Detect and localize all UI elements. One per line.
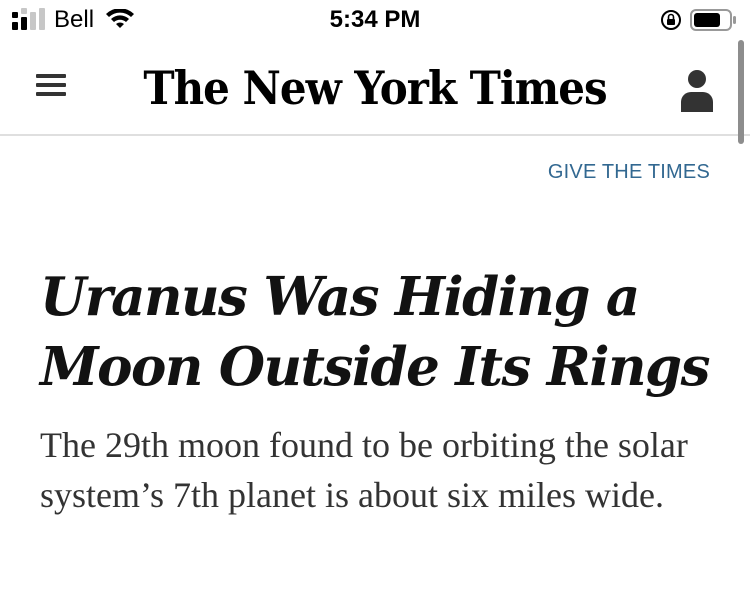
battery-icon	[690, 9, 736, 31]
article-summary: The 29th moon found to be orbiting the s…	[40, 425, 688, 515]
masthead: The New York Times	[0, 44, 750, 134]
scrollbar-thumb[interactable]	[738, 40, 744, 144]
article-headline: Uranus Was Hiding a Moon Outside Its Rin…	[40, 266, 710, 398]
give-the-times-link[interactable]: GIVE THE TIMES	[548, 160, 710, 184]
masthead-divider	[0, 134, 750, 136]
account-icon[interactable]	[678, 68, 716, 112]
nyt-logo[interactable]: The New York Times	[0, 58, 750, 121]
clock: 5:34 PM	[329, 6, 421, 33]
status-bar: Bell 5:34 PM	[0, 0, 750, 44]
orientation-lock-icon	[661, 10, 681, 30]
